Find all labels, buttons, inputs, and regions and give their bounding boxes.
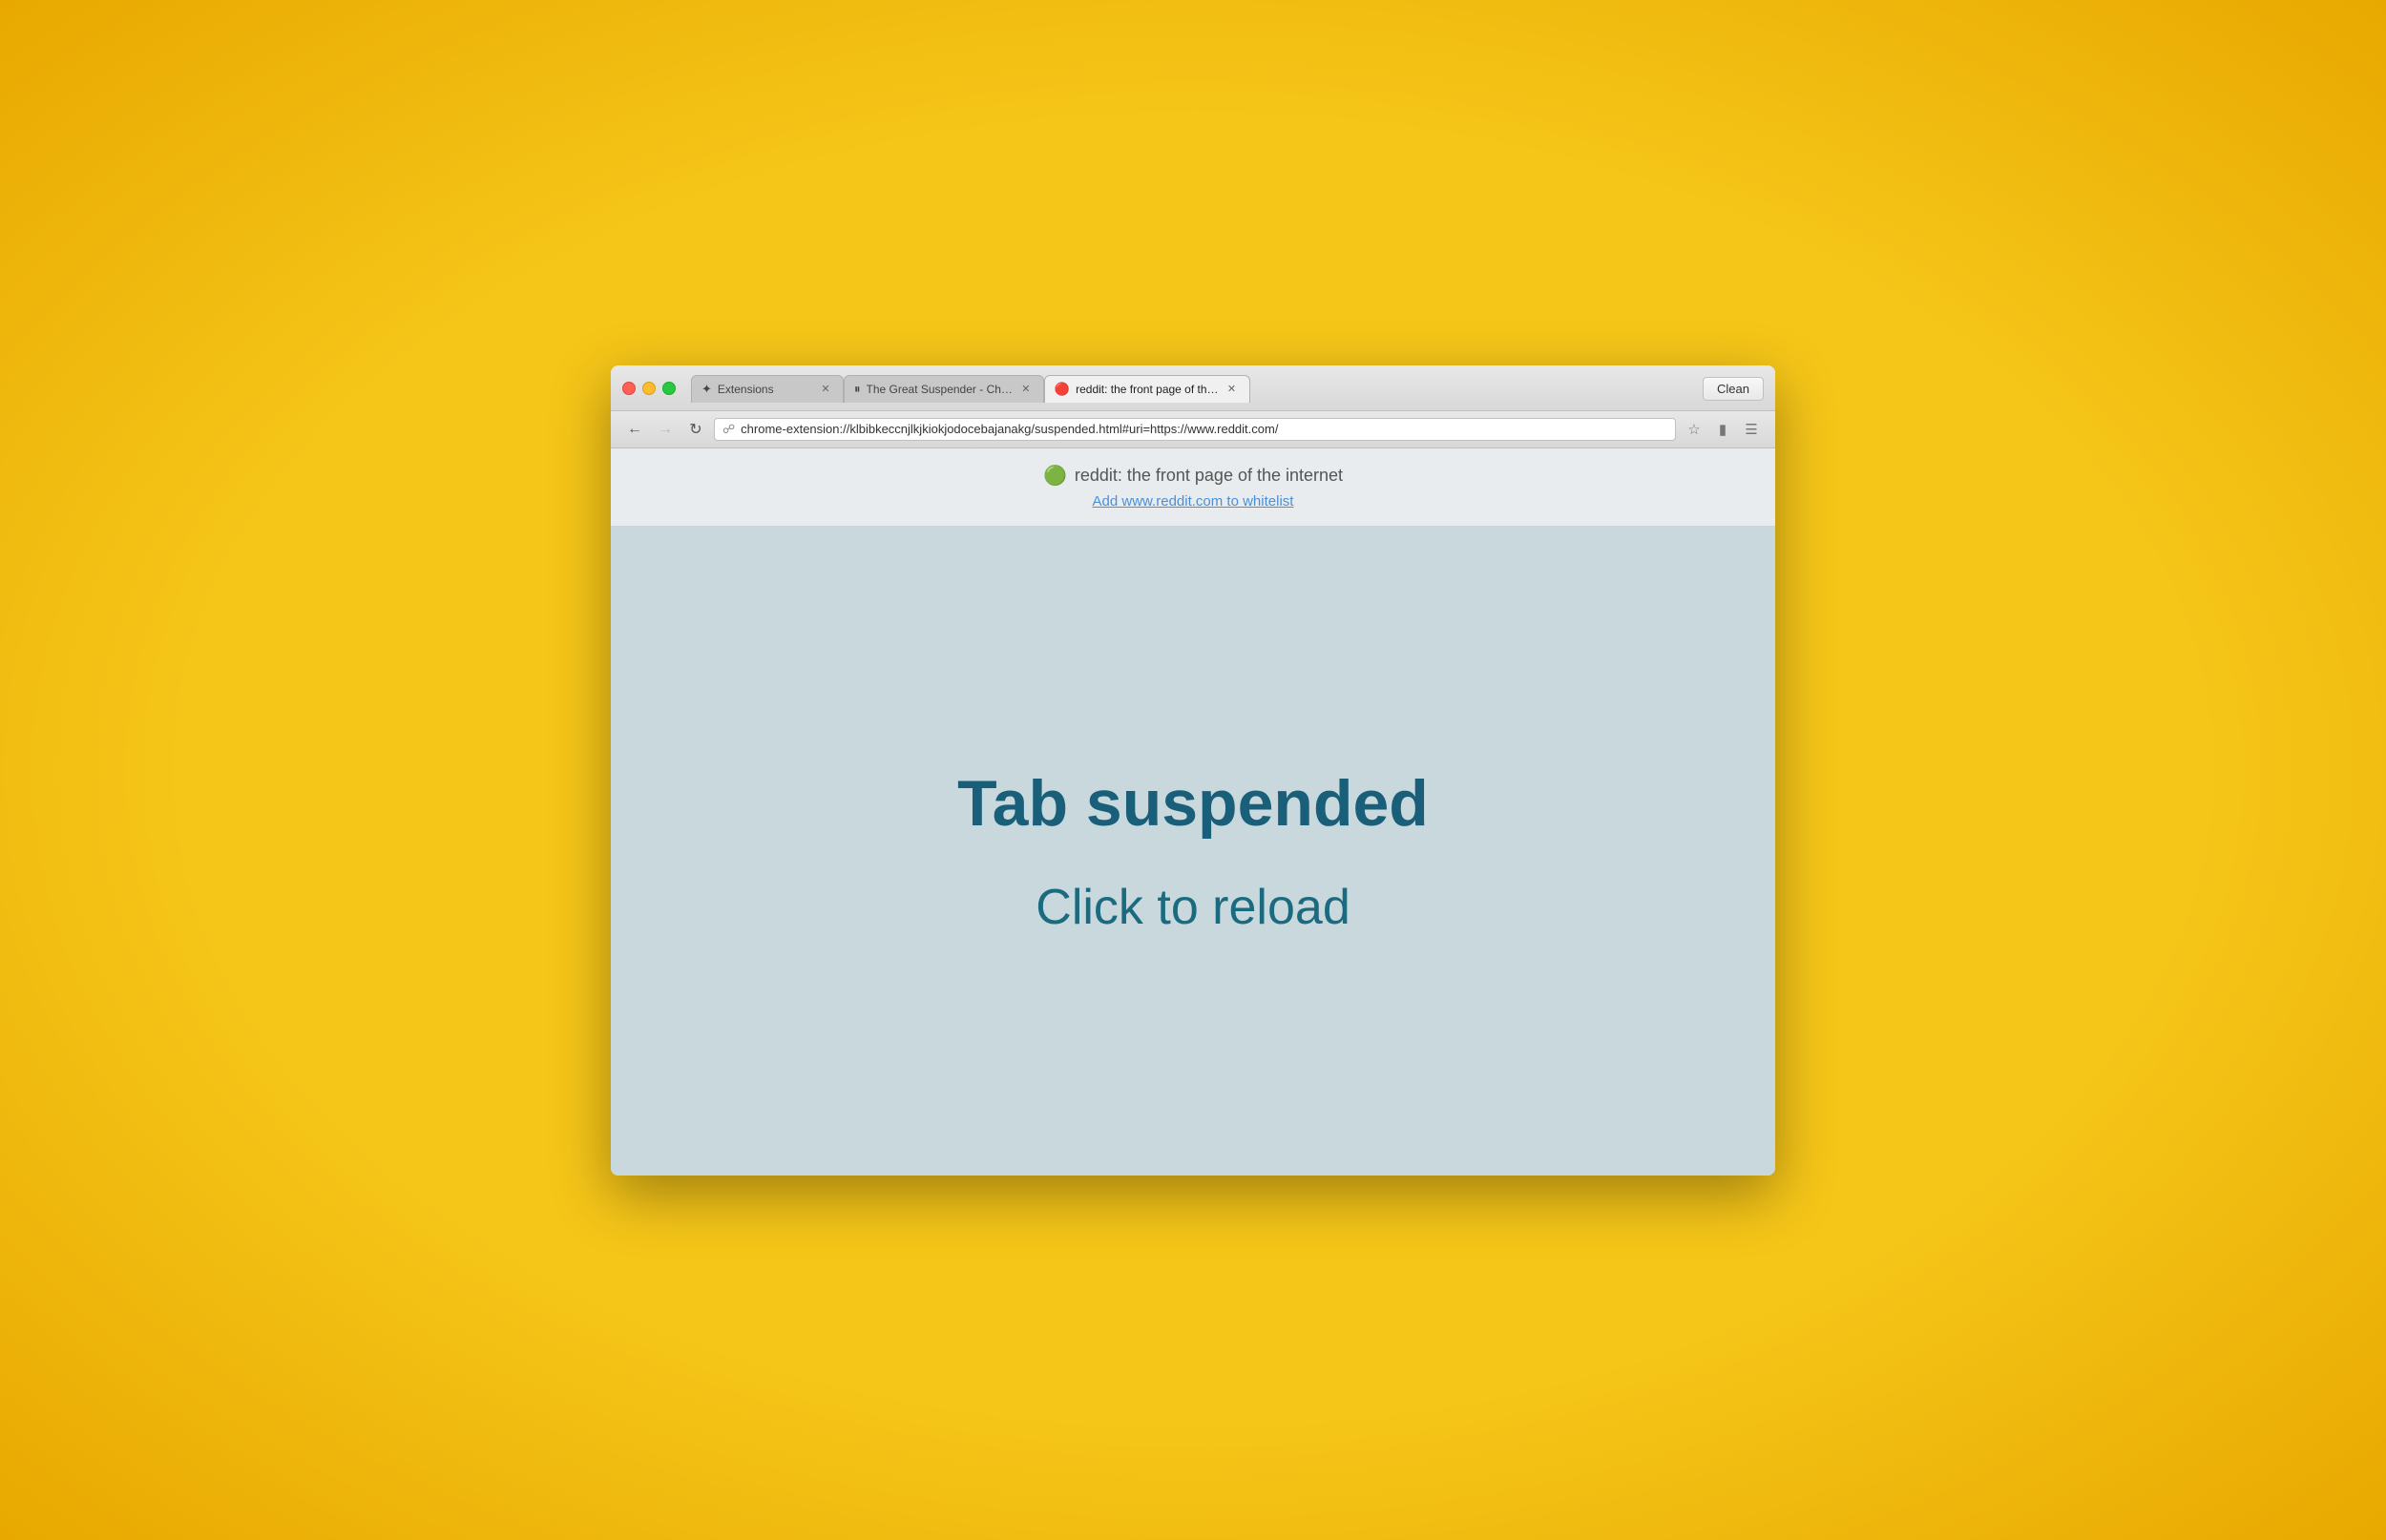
- tab-extensions[interactable]: ✦ Extensions ✕: [691, 375, 844, 403]
- nav-actions: ☆ ▮ ☰: [1682, 417, 1764, 442]
- tab-extensions-label: Extensions: [718, 383, 812, 396]
- great-suspender-icon: ⏸: [854, 382, 861, 397]
- clean-button[interactable]: Clean: [1703, 377, 1764, 401]
- suspended-title: Tab suspended: [957, 766, 1429, 841]
- page-icon: ☍: [722, 422, 735, 437]
- minimize-button[interactable]: [642, 382, 656, 395]
- tab-great-suspender-label: The Great Suspender - Ch…: [867, 383, 1013, 396]
- address-bar[interactable]: ☍ chrome-extension://klbibkeccnjlkjkiokj…: [714, 418, 1676, 441]
- forward-button[interactable]: →: [653, 417, 678, 442]
- tab-great-suspender[interactable]: ⏸ The Great Suspender - Ch… ✕: [844, 375, 1044, 403]
- site-title: 🟢 reddit: the front page of the internet: [626, 464, 1760, 488]
- site-title-text: reddit: the front page of the internet: [1075, 466, 1343, 486]
- address-text: chrome-extension://klbibkeccnjlkjkiokjod…: [741, 422, 1667, 436]
- back-button[interactable]: ←: [622, 417, 647, 442]
- traffic-lights: [622, 382, 676, 395]
- reddit-icon: 🟢: [1043, 464, 1067, 488]
- reddit-favicon-icon: 🔴: [1055, 382, 1070, 397]
- extensions-icon: ✦: [701, 382, 712, 397]
- tab-reddit[interactable]: 🔴 reddit: the front page of th… ✕: [1044, 375, 1250, 403]
- close-button[interactable]: [622, 382, 636, 395]
- tab-reddit-label: reddit: the front page of th…: [1076, 383, 1218, 396]
- reload-text: Click to reload: [1036, 879, 1350, 936]
- tabs-container: ✦ Extensions ✕ ⏸ The Great Suspender - C…: [691, 375, 1703, 403]
- star-button[interactable]: ☆: [1682, 417, 1706, 442]
- browser-window: ✦ Extensions ✕ ⏸ The Great Suspender - C…: [611, 365, 1775, 1176]
- page-header: 🟢 reddit: the front page of the internet…: [611, 448, 1775, 527]
- page-content[interactable]: Tab suspended Click to reload: [611, 527, 1775, 1176]
- title-bar: ✦ Extensions ✕ ⏸ The Great Suspender - C…: [611, 365, 1775, 411]
- title-bar-top: ✦ Extensions ✕ ⏸ The Great Suspender - C…: [622, 375, 1764, 403]
- menu-button[interactable]: ☰: [1739, 417, 1764, 442]
- new-tab-button[interactable]: [1254, 376, 1283, 403]
- reload-button[interactable]: ↻: [683, 417, 708, 442]
- whitelist-link[interactable]: Add www.reddit.com to whitelist: [1093, 493, 1294, 510]
- extensions-button[interactable]: ▮: [1710, 417, 1735, 442]
- tab-great-suspender-close[interactable]: ✕: [1018, 382, 1034, 397]
- maximize-button[interactable]: [662, 382, 676, 395]
- tab-extensions-close[interactable]: ✕: [818, 382, 833, 397]
- tab-reddit-close[interactable]: ✕: [1224, 382, 1240, 397]
- nav-bar: ← → ↻ ☍ chrome-extension://klbibkeccnjlk…: [611, 411, 1775, 448]
